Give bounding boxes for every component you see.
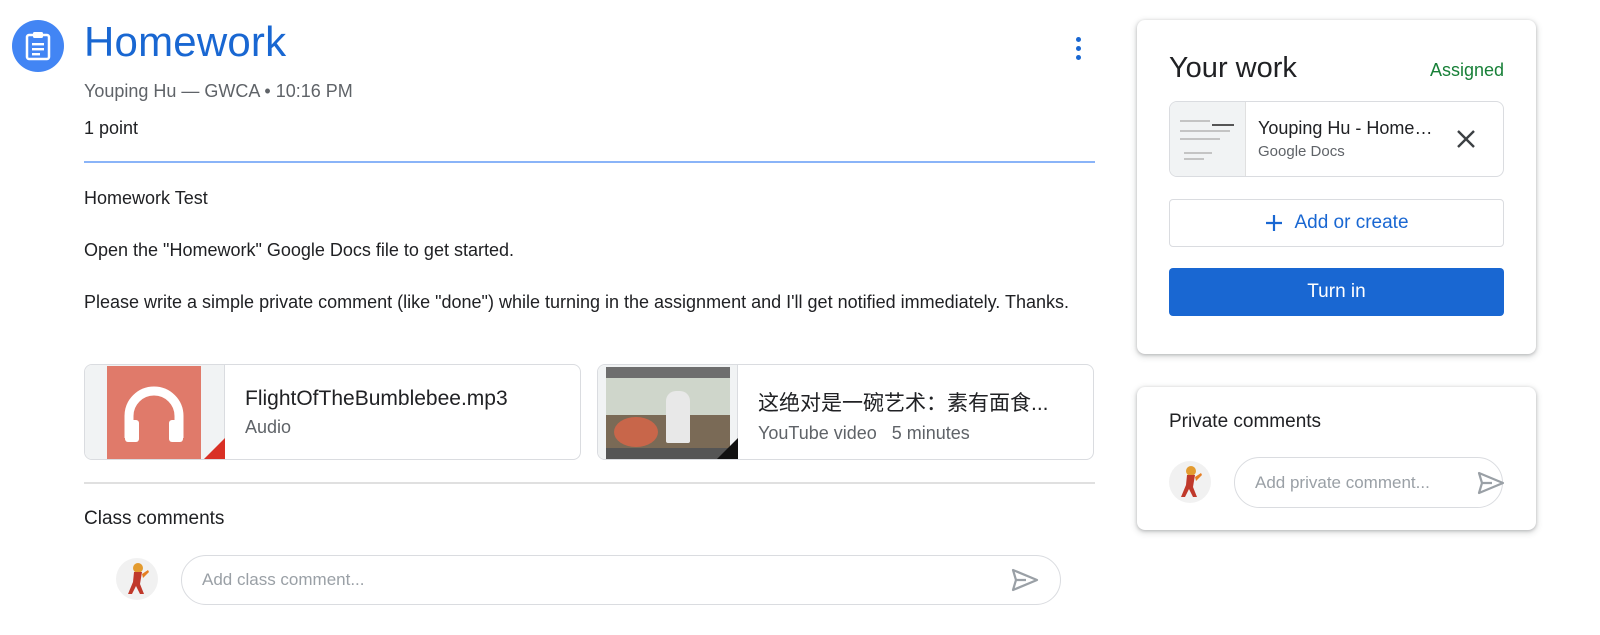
avatar xyxy=(1169,461,1211,503)
private-comments-title: Private comments xyxy=(1169,411,1322,432)
page-title: Homework xyxy=(84,18,287,65)
close-icon xyxy=(1457,130,1475,148)
file-name: Youping Hu - Homework xyxy=(1258,118,1436,138)
status-badge: Assigned xyxy=(1429,60,1504,80)
clipboard-icon xyxy=(25,32,51,61)
your-work-card: Your work Assigned Youping Hu - Homework… xyxy=(1137,20,1536,354)
private-comment-input[interactable] xyxy=(1255,472,1476,493)
assignment-icon xyxy=(12,20,64,72)
assignment-meta: Youping Hu — GWCA • 10:16 PM xyxy=(84,81,353,101)
file-type: Google Docs xyxy=(1258,143,1345,160)
description-line-1: Homework Test xyxy=(84,188,208,208)
video-thumbnail xyxy=(598,365,738,459)
class-comments-title: Class comments xyxy=(84,508,225,529)
assignment-points: 1 point xyxy=(84,118,139,138)
corner-fold-icon xyxy=(203,438,225,459)
add-or-create-button[interactable]: Add or create xyxy=(1169,199,1504,247)
avatar xyxy=(116,558,158,600)
class-comment-box xyxy=(181,555,1061,605)
avatar-icon xyxy=(128,563,149,594)
attachment-name: FlightOfTheBumblebee.mp3 xyxy=(245,387,508,410)
send-icon[interactable] xyxy=(1476,468,1506,498)
headphones-icon xyxy=(124,386,184,442)
turn-in-button[interactable]: Turn in xyxy=(1169,268,1504,316)
private-comments-card: Private comments xyxy=(1137,387,1536,530)
attachment-type: Audio xyxy=(245,417,292,437)
title-divider xyxy=(84,161,1095,163)
send-icon[interactable] xyxy=(1010,565,1040,595)
description-line-2: Open the "Homework" Google Docs file to … xyxy=(84,240,514,260)
more-options-button[interactable] xyxy=(1066,28,1090,68)
comments-divider xyxy=(84,482,1095,484)
attachment-audio[interactable]: FlightOfTheBumblebee.mp3 Audio xyxy=(84,364,581,460)
plus-icon xyxy=(1266,215,1283,231)
more-vert-icon xyxy=(1075,36,1081,42)
your-work-title: Your work xyxy=(1169,52,1297,84)
attachment-name: 这绝对是一碗艺术：素有面食... xyxy=(758,392,1049,415)
attachment-video[interactable]: 这绝对是一碗艺术：素有面食... YouTube video 5 minutes xyxy=(597,364,1094,460)
doc-thumbnail xyxy=(1170,102,1246,176)
description-line-3: Please write a simple private comment (l… xyxy=(84,292,1070,312)
private-comment-box xyxy=(1234,457,1506,508)
remove-file-button[interactable] xyxy=(1452,125,1480,153)
add-or-create-label: Add or create xyxy=(1294,212,1409,233)
attached-file[interactable]: Youping Hu - Homework Google Docs xyxy=(1169,101,1504,177)
attachment-type: YouTube video 5 minutes xyxy=(758,423,970,443)
corner-fold-icon xyxy=(716,438,738,459)
audio-thumbnail xyxy=(85,365,225,459)
avatar-icon xyxy=(1181,466,1202,497)
class-comment-input[interactable] xyxy=(202,570,1010,590)
